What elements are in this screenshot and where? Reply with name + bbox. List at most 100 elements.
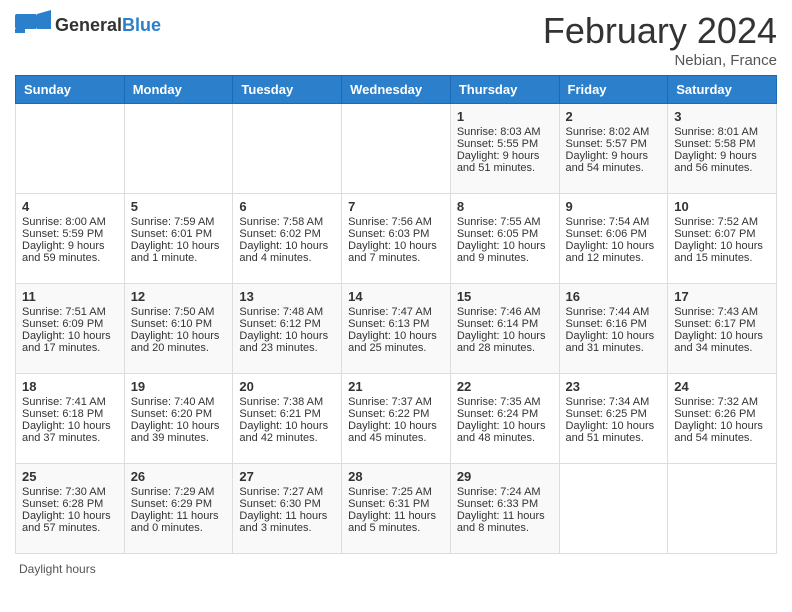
column-header-thursday: Thursday [450, 76, 559, 104]
logo-icon [15, 10, 51, 40]
daylight-text: Daylight: 11 hours and 8 minutes. [457, 510, 553, 534]
calendar-cell: 4Sunrise: 8:00 AMSunset: 5:59 PMDaylight… [16, 194, 125, 284]
sunset-text: Sunset: 6:24 PM [457, 408, 553, 420]
sunrise-text: Sunrise: 7:43 AM [674, 306, 770, 318]
sunrise-text: Sunrise: 7:50 AM [131, 306, 227, 318]
daylight-text: Daylight: 10 hours and 12 minutes. [566, 240, 662, 264]
daylight-text: Daylight: 10 hours and 25 minutes. [348, 330, 444, 354]
daylight-text: Daylight: 10 hours and 17 minutes. [22, 330, 118, 354]
day-number: 11 [22, 289, 118, 304]
sunset-text: Sunset: 6:28 PM [22, 498, 118, 510]
calendar-cell: 23 Sunrise: 7:34 AMSunset: 6:25 PMDayligh… [559, 374, 668, 464]
calendar-cell [233, 104, 342, 194]
sunset-text: Sunset: 6:16 PM [566, 318, 662, 330]
sunset-text: Sunset: 6:13 PM [348, 318, 444, 330]
daylight-text: Daylight: 10 hours and 51 minutes. [566, 420, 662, 444]
sunset-text: Sunset: 6:21 PM [239, 408, 335, 420]
sunrise-text: Sunrise: 7:41 AM [22, 396, 118, 408]
calendar-cell: 26Sunrise: 7:29 AMSunset: 6:29 PMDayligh… [124, 464, 233, 554]
day-number: 27 [239, 469, 335, 484]
calendar-cell: 24Sunrise: 7:32 AMSunset: 6:26 PMDayligh… [668, 374, 777, 464]
daylight-text: Daylight: 9 hours and 51 minutes. [457, 150, 553, 174]
daylight-text: Daylight: 10 hours and 1 minute. [131, 240, 227, 264]
daylight-text: Daylight: 10 hours and 31 minutes. [566, 330, 662, 354]
day-number: 21 [348, 379, 444, 394]
sunset-text: Sunset: 5:59 PM [22, 228, 118, 240]
sunrise-text: Sunrise: 7:59 AM [131, 216, 227, 228]
sunrise-text: Sunrise: 7:32 AM [674, 396, 770, 408]
daylight-text: Daylight: 11 hours and 0 minutes. [131, 510, 227, 534]
sunset-text: Sunset: 6:18 PM [22, 408, 118, 420]
sunset-text: Sunset: 6:12 PM [239, 318, 335, 330]
sunrise-text: Sunrise: 7:58 AM [239, 216, 335, 228]
logo: GeneralBlue [15, 10, 161, 40]
calendar-cell [16, 104, 125, 194]
sunset-text: Sunset: 6:25 PM [566, 408, 662, 420]
daylight-text: Daylight: 10 hours and 9 minutes. [457, 240, 553, 264]
day-number: 25 [22, 469, 118, 484]
calendar-cell: 22 Sunrise: 7:35 AMSunset: 6:24 PMDayligh… [450, 374, 559, 464]
calendar-location: Nebian, France [543, 52, 777, 69]
calendar-cell: 12Sunrise: 7:50 AMSunset: 6:10 PMDayligh… [124, 284, 233, 374]
sunset-text: Sunset: 6:20 PM [131, 408, 227, 420]
daylight-text: Daylight: 10 hours and 4 minutes. [239, 240, 335, 264]
daylight-text: Daylight: 10 hours and 45 minutes. [348, 420, 444, 444]
calendar-cell: 21Sunrise: 7:37 AMSunset: 6:22 PMDayligh… [342, 374, 451, 464]
day-number: 29 [457, 469, 553, 484]
sunrise-text: Sunrise: 7:34 AM [566, 396, 662, 408]
calendar-cell: 25Sunrise: 7:30 AMSunset: 6:28 PMDayligh… [16, 464, 125, 554]
calendar-cell: 10Sunrise: 7:52 AMSunset: 6:07 PMDayligh… [668, 194, 777, 284]
sunset-text: Sunset: 6:14 PM [457, 318, 553, 330]
page-container: GeneralBlue February 2024 Nebian, France… [15, 10, 777, 576]
daylight-text: Daylight: 10 hours and 48 minutes. [457, 420, 553, 444]
calendar-cell: 29Sunrise: 7:24 AMSunset: 6:33 PMDayligh… [450, 464, 559, 554]
column-header-wednesday: Wednesday [342, 76, 451, 104]
calendar-cell: 17Sunrise: 7:43 AMSunset: 6:17 PMDayligh… [668, 284, 777, 374]
sunrise-text: Sunrise: 7:40 AM [131, 396, 227, 408]
daylight-text: Daylight: 10 hours and 15 minutes. [674, 240, 770, 264]
column-header-sunday: Sunday [16, 76, 125, 104]
column-header-monday: Monday [124, 76, 233, 104]
day-number: 15 [457, 289, 553, 304]
sunset-text: Sunset: 6:17 PM [674, 318, 770, 330]
calendar-table: SundayMondayTuesdayWednesdayThursdayFrid… [15, 75, 777, 554]
daylight-text: Daylight: 10 hours and 54 minutes. [674, 420, 770, 444]
sunset-text: Sunset: 6:33 PM [457, 498, 553, 510]
logo-text-general: General [55, 15, 122, 35]
daylight-text: Daylight: 10 hours and 42 minutes. [239, 420, 335, 444]
sunset-text: Sunset: 5:55 PM [457, 138, 553, 150]
column-header-saturday: Saturday [668, 76, 777, 104]
sunrise-text: Sunrise: 8:01 AM [674, 126, 770, 138]
calendar-cell: 1Sunrise: 8:03 AMSunset: 5:55 PMDaylight… [450, 104, 559, 194]
day-number: 23 [566, 379, 662, 394]
calendar-cell: 14Sunrise: 7:47 AMSunset: 6:13 PMDayligh… [342, 284, 451, 374]
calendar-cell: 19Sunrise: 7:40 AMSunset: 6:20 PMDayligh… [124, 374, 233, 464]
calendar-cell [559, 464, 668, 554]
day-number: 22 [457, 379, 553, 394]
sunrise-text: Sunrise: 8:03 AM [457, 126, 553, 138]
day-number: 20 [239, 379, 335, 394]
sunrise-text: Sunrise: 7:54 AM [566, 216, 662, 228]
daylight-text: Daylight: 10 hours and 20 minutes. [131, 330, 227, 354]
week-row-1: 1Sunrise: 8:03 AMSunset: 5:55 PMDaylight… [16, 104, 777, 194]
calendar-cell: 8Sunrise: 7:55 AMSunset: 6:05 PMDaylight… [450, 194, 559, 284]
sunset-text: Sunset: 6:02 PM [239, 228, 335, 240]
calendar-cell: 7Sunrise: 7:56 AMSunset: 6:03 PMDaylight… [342, 194, 451, 284]
calendar-cell: 6 Sunrise: 7:58 AMSunset: 6:02 PMDaylight… [233, 194, 342, 284]
calendar-cell: 13Sunrise: 7:48 AMSunset: 6:12 PMDayligh… [233, 284, 342, 374]
sunrise-text: Sunrise: 7:30 AM [22, 486, 118, 498]
daylight-text: Daylight: 9 hours and 54 minutes. [566, 150, 662, 174]
sunset-text: Sunset: 6:29 PM [131, 498, 227, 510]
footer: Daylight hours [15, 562, 777, 576]
sunrise-text: Sunrise: 7:44 AM [566, 306, 662, 318]
week-row-3: 11Sunrise: 7:51 AMSunset: 6:09 PMDayligh… [16, 284, 777, 374]
sunrise-text: Sunrise: 7:35 AM [457, 396, 553, 408]
day-number: 6 [239, 199, 335, 214]
sunset-text: Sunset: 6:30 PM [239, 498, 335, 510]
sunrise-text: Sunrise: 7:38 AM [239, 396, 335, 408]
daylight-text: Daylight: 9 hours and 56 minutes. [674, 150, 770, 174]
daylight-text: Daylight: 10 hours and 39 minutes. [131, 420, 227, 444]
sunrise-text: Sunrise: 7:25 AM [348, 486, 444, 498]
sunrise-text: Sunrise: 7:27 AM [239, 486, 335, 498]
day-number: 7 [348, 199, 444, 214]
